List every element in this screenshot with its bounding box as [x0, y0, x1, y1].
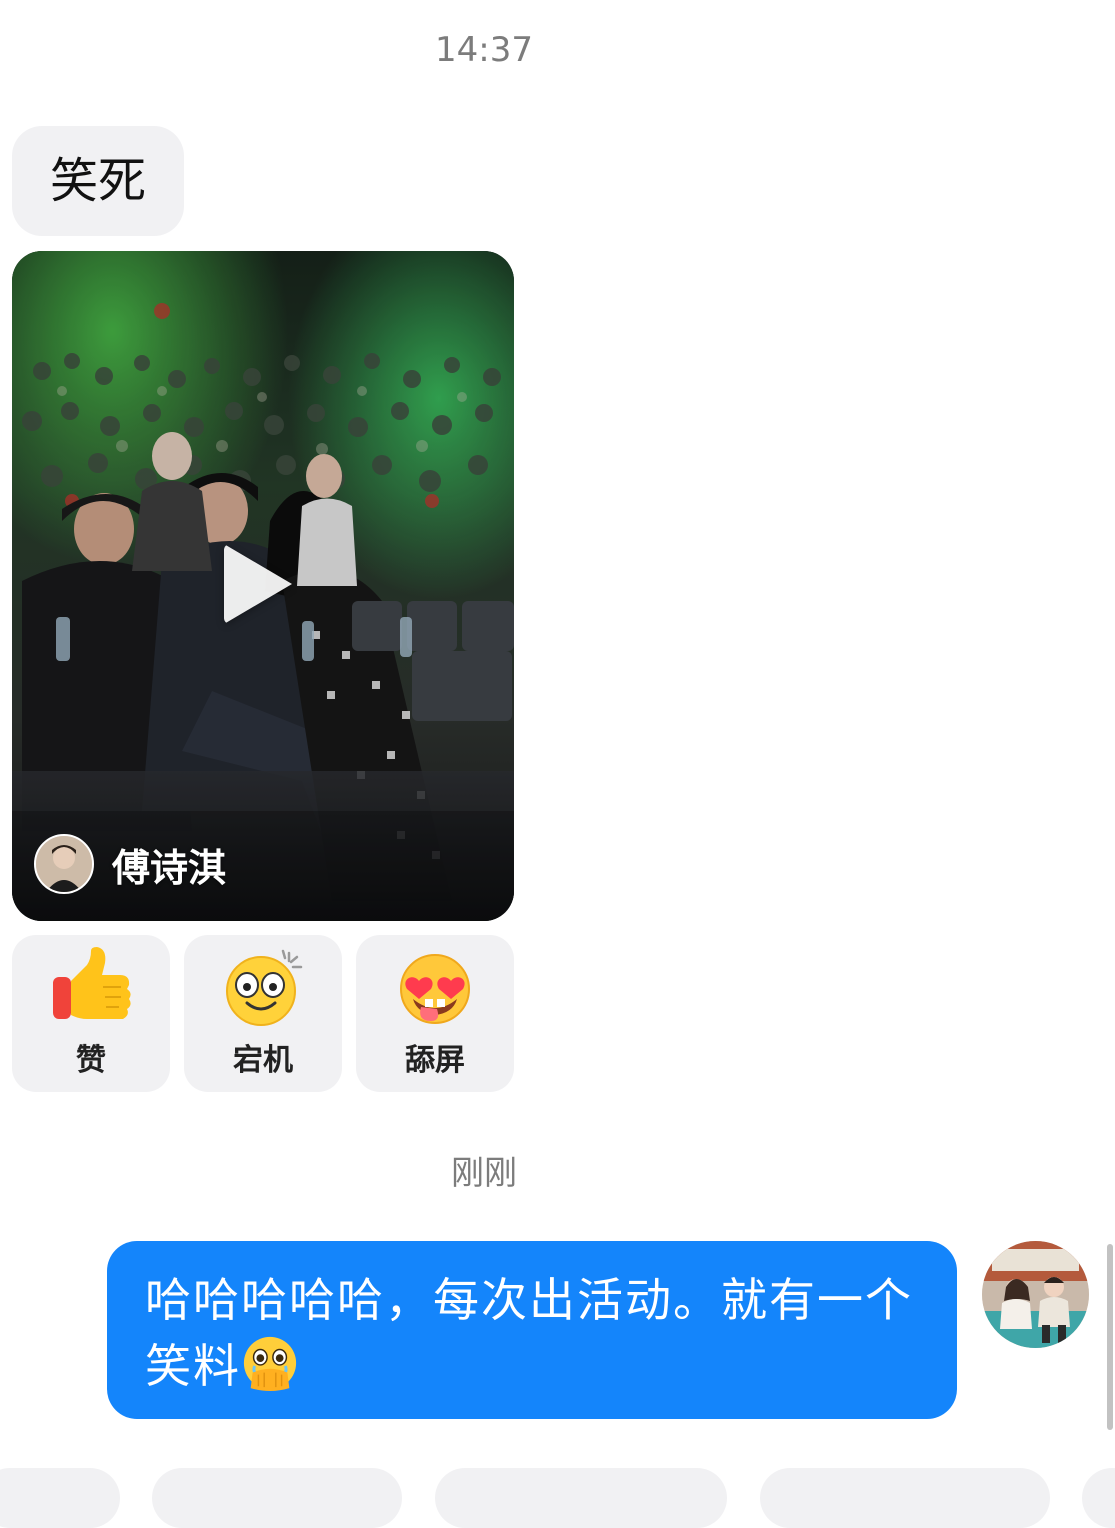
reaction-label: 赞: [76, 1043, 106, 1078]
timestamp: 刚刚: [451, 1153, 517, 1192]
scrollbar[interactable]: [1107, 1244, 1113, 1430]
my-avatar[interactable]: [982, 1241, 1089, 1348]
reaction-button-lick-screen[interactable]: 舔屏: [356, 935, 514, 1092]
reaction-button-like[interactable]: 赞: [12, 935, 170, 1092]
timestamp: 14:37: [435, 30, 533, 70]
my-avatar-image: [982, 1241, 1089, 1348]
shared-video-card[interactable]: 傅诗淇: [12, 251, 514, 921]
quick-reply-chip[interactable]: [760, 1468, 1050, 1528]
outgoing-message-bubble[interactable]: 哈哈哈哈哈，每次出活动。就有一个笑料: [107, 1241, 957, 1419]
incoming-message-bubble[interactable]: 笑死: [12, 126, 185, 236]
play-icon[interactable]: [224, 544, 292, 624]
video-author[interactable]: 傅诗淇: [34, 831, 226, 897]
thumbs-up-icon: [53, 947, 131, 1019]
incoming-message-text: 笑死: [50, 153, 147, 209]
heart-eyes-tongue-icon: [400, 954, 470, 1024]
reaction-label: 舔屏: [405, 1043, 465, 1078]
reaction-label: 宕机: [233, 1043, 293, 1078]
author-name: 傅诗淇: [112, 845, 227, 890]
reaction-button-dizzy[interactable]: 宕机: [184, 935, 342, 1092]
quick-reply-chip[interactable]: [1082, 1468, 1115, 1528]
quick-reply-chip[interactable]: [152, 1468, 402, 1528]
quick-reply-chip[interactable]: [435, 1468, 727, 1528]
dizzy-face-icon: [226, 949, 303, 1026]
holding-back-tears-icon: [243, 1336, 297, 1392]
quick-reply-chip[interactable]: [0, 1468, 120, 1528]
reaction-bar: 赞 宕机 舔屏: [12, 935, 515, 1092]
author-avatar-image: [36, 836, 92, 892]
author-avatar[interactable]: [34, 834, 94, 894]
